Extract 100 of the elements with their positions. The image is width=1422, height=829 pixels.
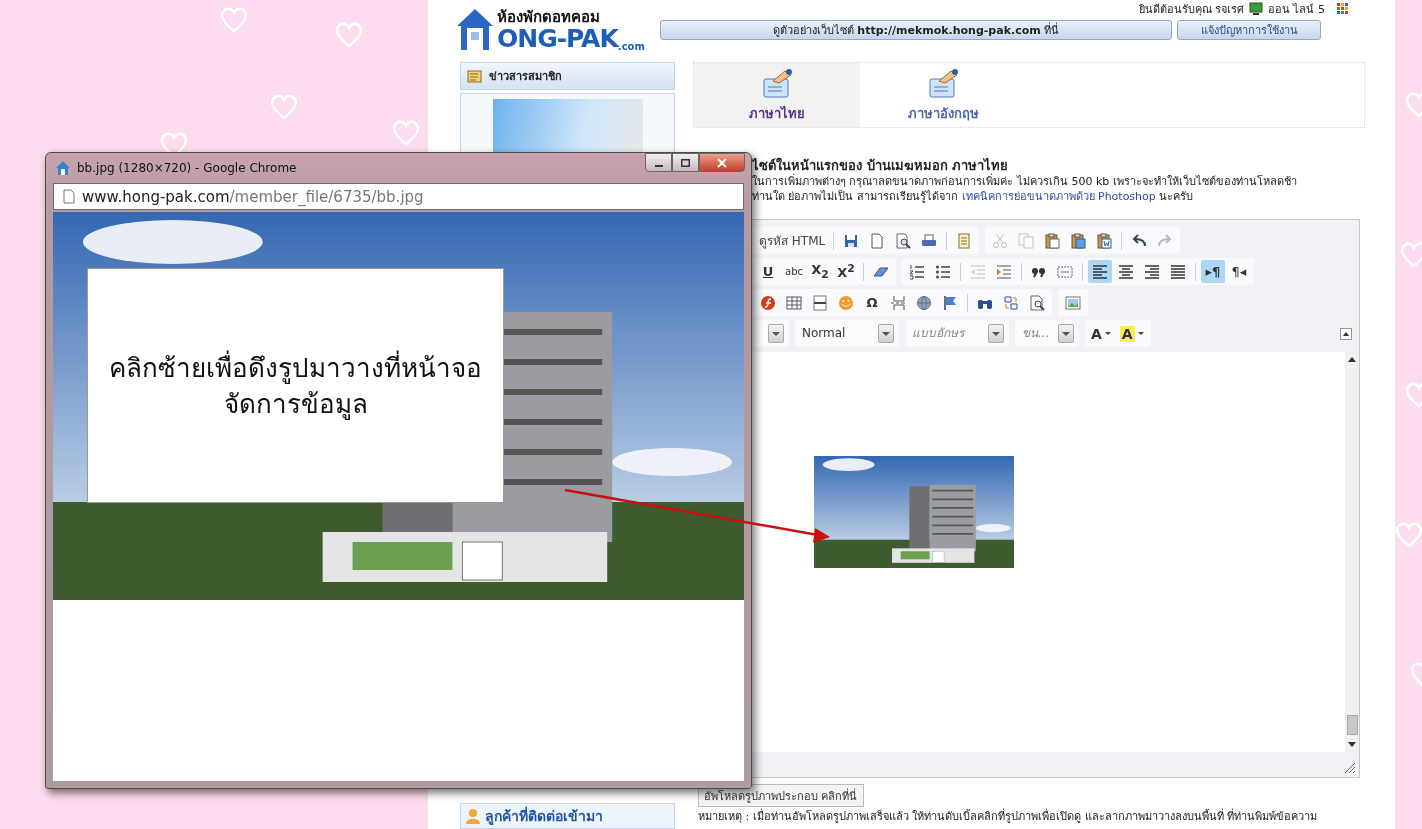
scroll-up-icon: [1347, 356, 1357, 363]
maximize-button[interactable]: [672, 153, 699, 172]
url-text: www.hong-pak.com: [82, 187, 230, 206]
underline-button[interactable]: U: [756, 260, 780, 283]
window-title: bb.jpg (1280×720) - Google Chrome: [77, 161, 297, 175]
table-icon: [786, 294, 802, 311]
align-left-icon: [1092, 263, 1108, 280]
callout-text: คลิกซ้ายเพื่อดึงรูปมาวางที่หน้าจอจัดการข้อมูล: [87, 268, 504, 503]
url-text: /member_file/6735/bb.jpg: [229, 187, 424, 206]
collapse-toolbar-button[interactable]: [1340, 327, 1352, 340]
clipboard-letter-icon: [1096, 232, 1113, 249]
page-break-icon: [890, 294, 906, 311]
bullet-list-icon: [935, 263, 951, 280]
scrollbar-thumb[interactable]: [1346, 715, 1358, 735]
subscript-button[interactable]: X$_{2}$: [808, 260, 832, 283]
caret-icon: [881, 330, 891, 337]
heart-icon: [392, 120, 420, 146]
caret-icon: [1061, 330, 1071, 337]
dropdown-button[interactable]: [988, 324, 1004, 343]
left-to-right-button[interactable]: ▸¶: [1201, 260, 1225, 283]
caret-icon: [1136, 331, 1145, 336]
special-character-button[interactable]: Ω: [860, 291, 884, 314]
monitor-icon: [1249, 2, 1263, 16]
select-all-icon: [1029, 294, 1045, 311]
caret-icon: [991, 330, 1001, 337]
minimize-button[interactable]: [645, 153, 672, 172]
align-center-icon: [1118, 263, 1134, 280]
person-icon: [465, 808, 481, 824]
resize-grip-icon: [1342, 760, 1356, 774]
heart-icon: [1405, 92, 1422, 118]
instruction-text: ในการเพิ่มภาพต่างๆ กรุณาลดขนาดภาพก่อนการเพิ่มค่ะ ไม่ควรเกิน 500 kb เพราะจะทำให้เว็บไซต์ของท่านโหลดช้า: [752, 174, 1298, 189]
logo-text: .com: [617, 41, 645, 52]
indent-icon: [996, 263, 1012, 280]
panel-title: ข่าวสารสมาชิก: [489, 69, 562, 85]
scroll-down-icon: [1347, 741, 1357, 748]
numbered-list-icon: [909, 263, 925, 280]
align-left-button[interactable]: [1088, 260, 1112, 283]
online-count: ออน ไลน์ 5: [1268, 2, 1325, 18]
undo-arrow-icon: [1131, 232, 1148, 249]
heart-icon: [335, 22, 363, 48]
view-source-button[interactable]: ดูรหัส HTML: [756, 229, 829, 252]
preview-site-button[interactable]: ดูตัวอย่างเว็บไซต์ http://mekmok.hong-pak.com ที่นี่: [660, 20, 1172, 40]
smiley-icon: [838, 294, 854, 311]
grid-icon: [1336, 3, 1350, 15]
flag-icon: [942, 294, 958, 311]
house-icon: [55, 160, 71, 176]
page-icon: [62, 189, 76, 204]
pen-document-icon: [927, 66, 959, 99]
strikethrough-button[interactable]: abc: [782, 260, 806, 283]
dropdown-button[interactable]: [1058, 324, 1074, 343]
document-icon: [956, 232, 973, 249]
logo-text: ONG-PAK: [497, 26, 618, 52]
pen-document-icon: [761, 66, 793, 99]
logo-text: ห้องพักดอทคอม: [497, 9, 601, 26]
address-bar[interactable]: www.hong-pak.com/member_file/6735/bb.jpg: [53, 183, 744, 210]
language-tab[interactable]: ภาษาไทย: [694, 63, 860, 127]
redo-arrow-icon: [1157, 232, 1174, 249]
instruction-text: นะครับ: [1158, 190, 1194, 203]
container-icon: [1057, 263, 1073, 280]
instruction-text: ท่านใด ย่อภาพไม่เป็น สามารถเรียนรู้ได้จาก: [752, 190, 959, 203]
scrollbar[interactable]: [1345, 352, 1359, 752]
flash-icon: [760, 294, 776, 311]
dropdown-button[interactable]: [878, 324, 894, 343]
copy-pages-icon: [1018, 232, 1035, 249]
find-replace-icon: [1003, 294, 1019, 311]
tutorial-link[interactable]: เทคนิคการย่อขนาดภาพด้วย Photoshop: [961, 190, 1156, 203]
dropdown-button[interactable]: [768, 324, 784, 343]
house-icon: [455, 6, 495, 52]
upload-image-button[interactable]: อัพโหลดรูปภาพประกอบ คลิกที่นี่: [698, 784, 864, 807]
note-text: หมายเหตุ : เมื่อท่านอัพโหลดรูปภาพเสร็จแล้ว ให้ท่านดับเบิ้ลคลิกที่รูปภาพเพื่อเปิดดู และลากภาพมาวางลงบนพื้นที่ ที่ท่านพิมพ์ข้อความ: [698, 810, 1319, 823]
triangle-up-icon: [1342, 330, 1350, 337]
right-to-left-button[interactable]: ¶◂: [1227, 260, 1251, 283]
superscript-button[interactable]: X$^{2}$: [834, 260, 858, 283]
minimize-icon: [654, 164, 663, 167]
heart-icon: [220, 7, 248, 33]
newspaper-icon: [467, 68, 485, 84]
language-tab[interactable]: ภาษาอังกฤษ: [860, 63, 1026, 127]
text-color-button[interactable]: A: [1088, 322, 1115, 345]
caret-icon: [771, 330, 781, 337]
clipboard-page-icon: [1070, 232, 1087, 249]
report-problem-button[interactable]: แจ้งปัญหาการใช้งาน: [1177, 20, 1321, 40]
justify-icon: [1170, 263, 1186, 280]
panel-title: ลูกค้าที่ติดต่อเข้ามา: [485, 805, 603, 827]
heart-icon: [1410, 662, 1422, 688]
heart-icon: [1405, 382, 1422, 408]
scissors-icon: [992, 232, 1009, 249]
outdent-icon: [970, 263, 986, 280]
caret-icon: [1103, 331, 1112, 336]
clipboard-icon: [1044, 232, 1061, 249]
close-icon: [717, 157, 727, 168]
maximize-icon: [681, 158, 690, 167]
heart-icon: [270, 94, 298, 120]
section-heading: ไซต์ในหน้าแรกของ บ้านเมฆหมอก ภาษาไทย: [752, 158, 1010, 173]
welcome-text: ยินดีต้อนรับคุณ รจเรศ: [1138, 2, 1244, 18]
page-magnifier-icon: [895, 232, 912, 249]
globe-icon: [916, 294, 932, 311]
printer-icon: [921, 232, 938, 249]
align-right-icon: [1144, 263, 1160, 280]
close-button[interactable]: [699, 153, 745, 172]
background-color-button[interactable]: A: [1116, 322, 1148, 345]
